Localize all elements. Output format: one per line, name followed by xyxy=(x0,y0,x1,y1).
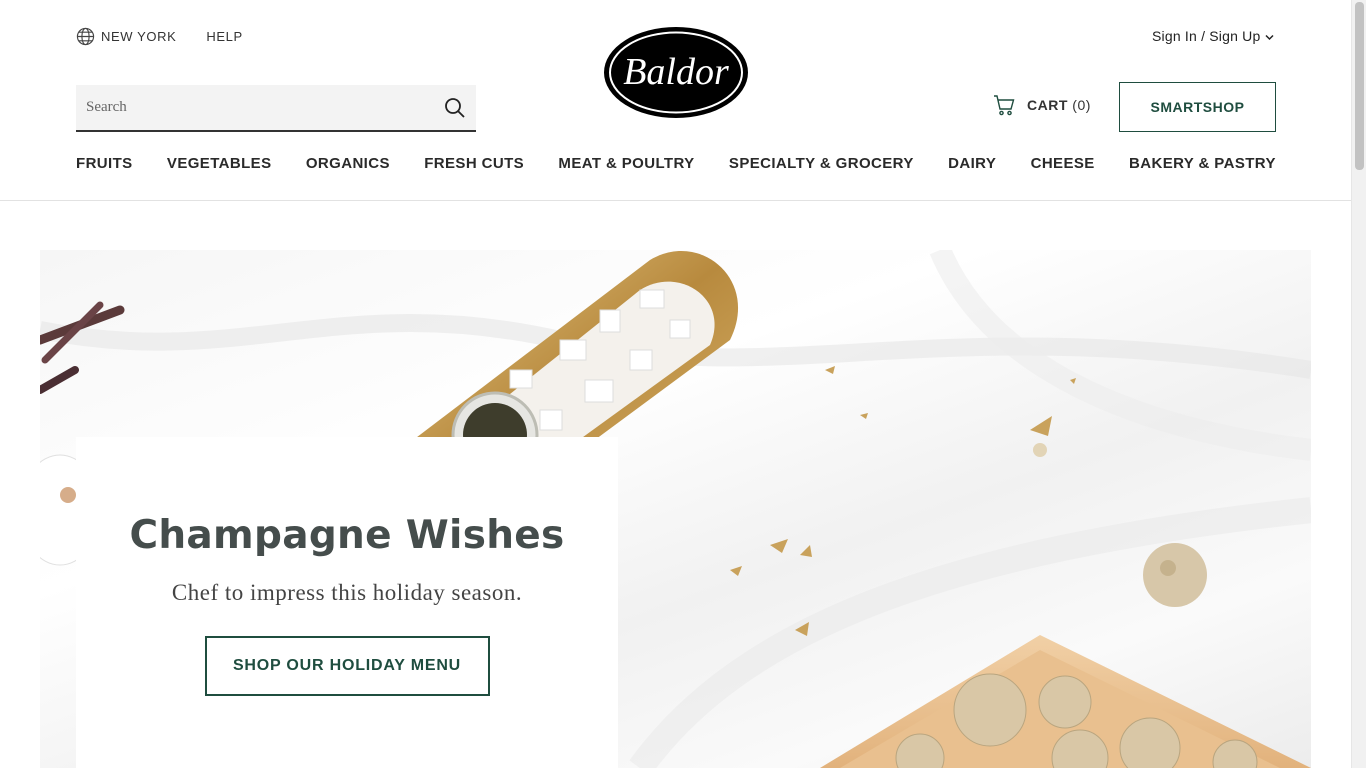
baldor-logo[interactable]: Baldor xyxy=(603,26,749,119)
hero-title: Champagne Wishes xyxy=(129,513,565,558)
main-nav: FRUITS VEGETABLES ORGANICS FRESH CUTS ME… xyxy=(76,155,1276,172)
utility-links: NEW YORK HELP xyxy=(76,27,243,46)
cart-icon xyxy=(994,95,1015,116)
chevron-down-icon xyxy=(1265,34,1274,41)
help-link[interactable]: HELP xyxy=(206,29,242,44)
hero-subtitle: Chef to impress this holiday season. xyxy=(171,580,523,605)
cart-link[interactable]: CART (0) xyxy=(993,94,1091,116)
cart-label: CART (0) xyxy=(1027,97,1091,113)
nav-item-fruits[interactable]: FRUITS xyxy=(76,155,133,172)
nav-item-bakery-pastry[interactable]: BAKERY & PASTRY xyxy=(1129,155,1276,172)
location-label: NEW YORK xyxy=(101,29,177,44)
sign-in-link: Sign In / Sign Up xyxy=(1152,28,1261,44)
nav-item-vegetables[interactable]: VEGETABLES xyxy=(167,155,272,172)
hero-card: Champagne Wishes Chef to impress this ho… xyxy=(76,437,618,768)
nav-item-organics[interactable]: ORGANICS xyxy=(306,155,390,172)
scrollbar-thumb[interactable] xyxy=(1355,2,1364,170)
search-icon[interactable] xyxy=(444,97,466,119)
page-scrollbar[interactable] xyxy=(1351,0,1366,768)
smartshop-button[interactable]: SMARTSHOP xyxy=(1119,82,1276,132)
nav-item-cheese[interactable]: CHEESE xyxy=(1031,155,1095,172)
cart-text: CART xyxy=(1027,97,1068,113)
account-menu[interactable]: Sign In / Sign Up xyxy=(1152,28,1274,44)
nav-item-meat-poultry[interactable]: MEAT & POULTRY xyxy=(558,155,694,172)
nav-item-fresh-cuts[interactable]: FRESH CUTS xyxy=(424,155,524,172)
search-bar xyxy=(76,85,476,132)
cart-count: (0) xyxy=(1072,97,1091,113)
shop-holiday-menu-button[interactable]: SHOP OUR HOLIDAY MENU xyxy=(204,636,490,696)
site-header: NEW YORK HELP Baldor Sign In / Sign Up C… xyxy=(0,0,1351,201)
logo-text: Baldor xyxy=(623,51,729,93)
search-input[interactable] xyxy=(76,85,444,130)
nav-item-dairy[interactable]: DAIRY xyxy=(948,155,996,172)
globe-icon xyxy=(76,27,95,46)
nav-item-specialty-grocery[interactable]: SPECIALTY & GROCERY xyxy=(729,155,914,172)
location-selector[interactable]: NEW YORK xyxy=(76,27,176,46)
